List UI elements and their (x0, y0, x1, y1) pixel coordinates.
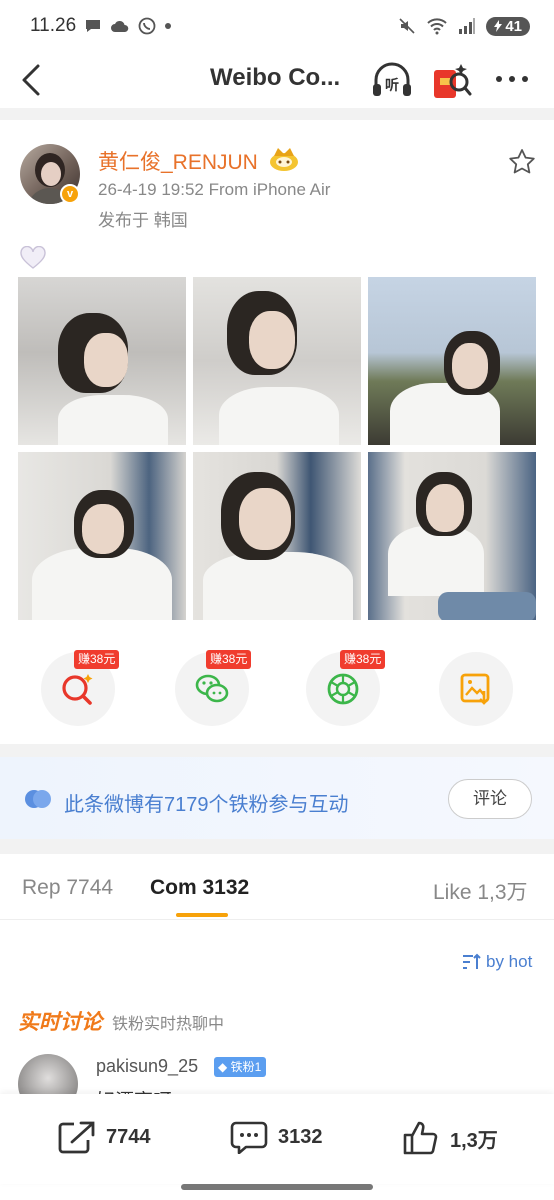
bottom-action-bar: 7744 3132 1,3万 (0, 1094, 554, 1184)
sort-toggle[interactable]: by hot (462, 952, 532, 972)
realtime-title: 实时讨论 (18, 1011, 102, 1034)
fans-text: 此条微博有7179个铁粉参与互动 (64, 794, 349, 816)
repost-action[interactable]: 7744 (58, 1120, 151, 1154)
battery-level: 41 (505, 17, 522, 35)
fan-level-badge: ◆ 铁粉1 (214, 1057, 267, 1077)
status-right: 41 (398, 16, 530, 36)
tab-comments[interactable]: Com 3132 (150, 876, 249, 900)
listen-label: 听 (385, 77, 399, 93)
moments-aperture-icon (327, 673, 359, 705)
comment-action[interactable]: 3132 (230, 1120, 323, 1154)
photo-5[interactable] (193, 452, 361, 620)
bottom-peek-strip (0, 1190, 554, 1200)
share-row: 赚38元 赚38元 赚38元 (0, 650, 554, 730)
active-tab-indicator (176, 913, 228, 917)
back-arrow-icon[interactable] (16, 62, 50, 98)
chat-notification-icon (86, 20, 101, 32)
cloud-icon (111, 20, 129, 32)
dot-icon (165, 23, 172, 29)
comment-button[interactable]: 评论 (448, 779, 532, 819)
battery-indicator: 41 (486, 16, 530, 36)
wifi-icon (427, 18, 448, 35)
photo-2[interactable] (193, 277, 361, 445)
sort-icon (463, 953, 481, 969)
clock: 11.26 (30, 15, 77, 36)
red-packet-search-icon[interactable] (432, 60, 472, 102)
earn-tag-2: 赚38元 (206, 650, 252, 669)
earn-tag-3: 赚38元 (340, 650, 386, 669)
save-image-icon (460, 673, 490, 705)
wechat-icon (195, 674, 229, 703)
earn-tag-1: 赚38元 (74, 650, 120, 669)
signal-icon (459, 18, 476, 34)
repost-count: 7744 (106, 1125, 151, 1148)
fans-bubble-icon (25, 790, 51, 808)
sort-label: by hot (486, 952, 533, 971)
share-divider (0, 744, 554, 757)
photo-grid (18, 277, 536, 621)
status-left: 11.26 (30, 15, 172, 37)
page-title: Weibo Co... (210, 64, 341, 91)
top-nav: Weibo Co... 听 (0, 52, 554, 108)
comment-bubble-icon (230, 1121, 268, 1154)
like-action[interactable]: 1,3万 (402, 1120, 498, 1156)
status-bar: 11.26 41 (0, 0, 554, 52)
commenter-name[interactable]: pakisun9_25 (96, 1056, 198, 1077)
whatsapp-icon (138, 17, 156, 35)
more-options-icon[interactable] (494, 62, 530, 96)
fans-banner: 此条微博有7179个铁粉参与互动 评论 (0, 757, 554, 839)
realtime-section-header: 实时讨论 铁粉实时热聊中 (18, 1006, 224, 1036)
post-username[interactable]: 黄仁俊_RENJUN (98, 146, 258, 176)
tab-reposts[interactable]: Rep 7744 (22, 876, 113, 900)
jeans (438, 592, 536, 620)
favorite-star-icon[interactable] (508, 148, 536, 176)
post-header: v 黄仁俊_RENJUN 26-4-19 19:52 From iPhone A… (0, 118, 554, 248)
comment-count: 3132 (278, 1125, 323, 1148)
headphones-listen-icon[interactable]: 听 (370, 60, 414, 100)
post-location: 发布于 韩国 (98, 211, 188, 230)
tab-bar: Rep 7744 Com 3132 Like 1,3万 (0, 856, 554, 920)
repost-icon (58, 1121, 95, 1154)
like-count: 1,3万 (450, 1129, 498, 1152)
charging-icon (494, 20, 503, 32)
home-indicator[interactable] (181, 1184, 373, 1190)
crown-badge-icon (270, 148, 298, 171)
photo-4[interactable] (18, 452, 186, 620)
mute-icon (399, 18, 415, 34)
photo-3[interactable] (368, 277, 536, 445)
heart-emoji-icon (20, 246, 46, 269)
post-meta: 26-4-19 19:52 From iPhone Air (98, 180, 331, 199)
photo-6[interactable] (368, 452, 536, 620)
verified-badge-icon: v (60, 184, 80, 204)
realtime-subtitle: 铁粉实时热聊中 (112, 1016, 225, 1033)
comment-item[interactable]: pakisun9_25 ◆ 铁粉1 好漂亮呀 (0, 1050, 554, 1100)
photo-1[interactable] (18, 277, 186, 445)
save-image-button[interactable] (439, 652, 513, 726)
magnifier-sparkle-icon (62, 674, 93, 705)
fan-level-text: 铁粉1 (230, 1060, 262, 1074)
thumbs-up-icon (403, 1121, 438, 1155)
diamond-icon: ◆ (218, 1060, 228, 1074)
banner-divider (0, 839, 554, 854)
tab-likes[interactable]: Like 1,3万 (433, 876, 528, 906)
